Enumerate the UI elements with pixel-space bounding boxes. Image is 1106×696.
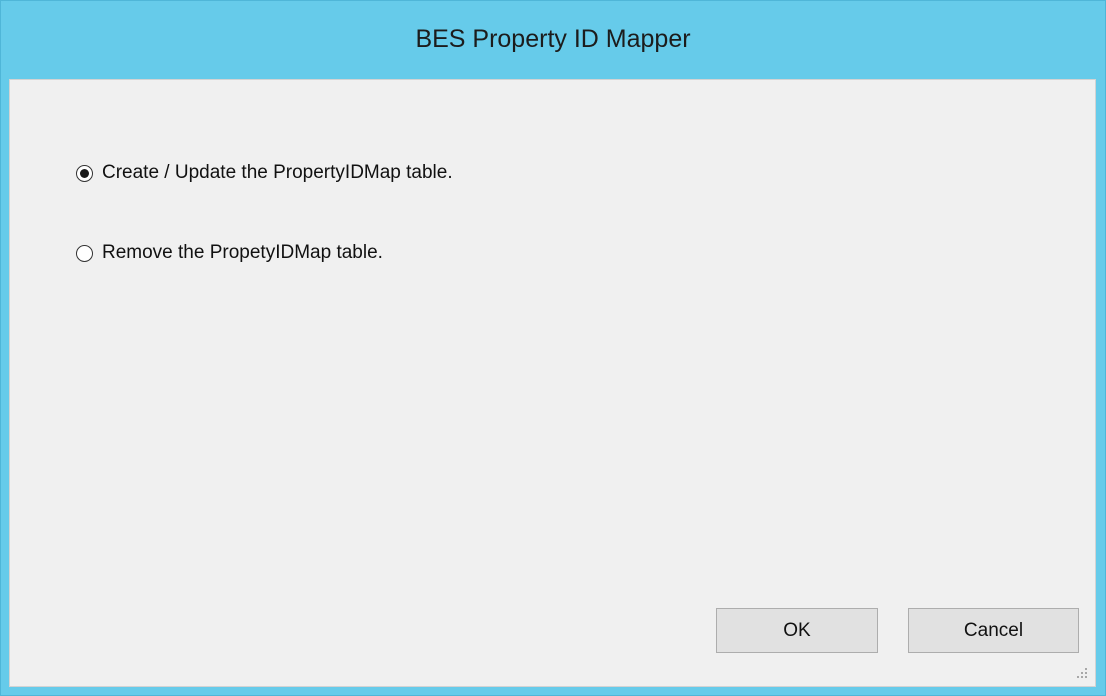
resize-grip-icon[interactable] bbox=[1075, 666, 1089, 680]
cancel-button[interactable]: Cancel bbox=[908, 608, 1079, 653]
radio-button-create-update[interactable] bbox=[76, 164, 93, 182]
create-update-label[interactable]: Create / Update the PropertyIDMap table. bbox=[102, 162, 453, 184]
radio-selected-dot bbox=[80, 168, 89, 178]
radio-button-remove[interactable] bbox=[76, 244, 93, 262]
create-update-option[interactable]: Create / Update the PropertyIDMap table. bbox=[76, 158, 453, 188]
ok-button[interactable]: OK bbox=[716, 608, 878, 653]
dialog-window: BES Property ID Mapper Create / Update t… bbox=[0, 0, 1106, 696]
title-bar[interactable]: BES Property ID Mapper bbox=[1, 1, 1105, 79]
remove-label[interactable]: Remove the PropetyIDMap table. bbox=[102, 242, 383, 264]
window-title: BES Property ID Mapper bbox=[415, 25, 691, 53]
remove-option[interactable]: Remove the PropetyIDMap table. bbox=[76, 238, 383, 268]
dialog-client-area: Create / Update the PropertyIDMap table.… bbox=[9, 79, 1096, 687]
